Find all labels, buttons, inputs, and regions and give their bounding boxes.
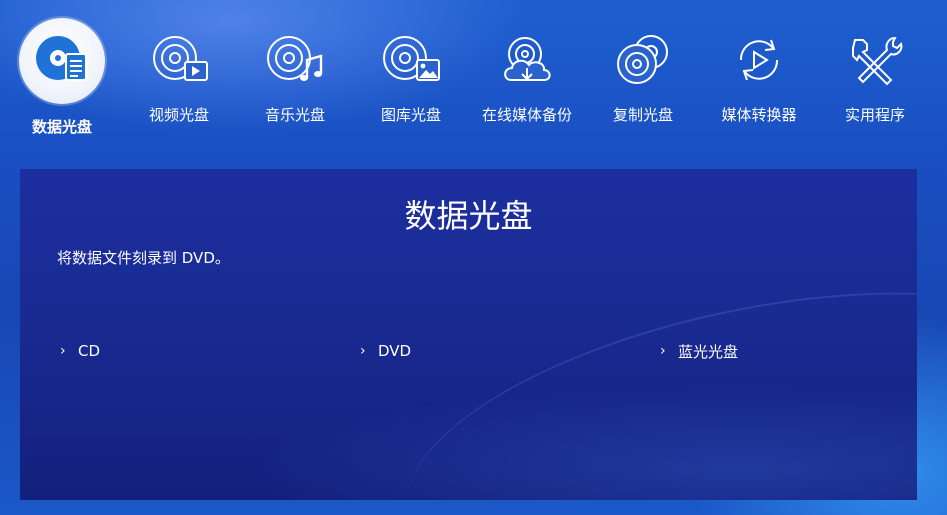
- nav-item-label: 音乐光盘: [264, 106, 325, 124]
- nav-item-data-disc[interactable]: 数据光盘: [4, 0, 120, 150]
- option-label: DVD: [378, 342, 412, 360]
- panel-description: 将数据文件刻录到 DVD。: [57, 249, 230, 267]
- video-disc-icon: [147, 30, 211, 90]
- option-label: CD: [78, 342, 101, 360]
- nav-item-label: 视频光盘: [148, 106, 209, 124]
- top-navigation: 数据光盘 视频光盘 音乐光盘 图库光盘 在线媒体备份 复制光盘 媒体转换器 实用…: [0, 0, 947, 160]
- nav-item-label: 复制光盘: [612, 106, 673, 124]
- option-cd[interactable]: › CD: [60, 339, 100, 363]
- chevron-right-icon: ›: [60, 343, 66, 359]
- nav-item-label: 数据光盘: [31, 118, 92, 136]
- nav-item-label: 实用程序: [844, 106, 905, 124]
- cloud-backup-icon: [495, 30, 559, 90]
- panel-title: 数据光盘: [404, 197, 533, 235]
- nav-item-photo-disc[interactable]: 图库光盘: [353, 0, 469, 150]
- nav-item-label: 图库光盘: [380, 106, 441, 124]
- photo-disc-icon: [379, 30, 443, 90]
- option-bluray[interactable]: › 蓝光光盘: [660, 339, 738, 363]
- nav-item-label: 在线媒体备份: [481, 106, 572, 124]
- nav-item-utilities[interactable]: 实用程序: [817, 0, 933, 150]
- nav-item-online-backup[interactable]: 在线媒体备份: [469, 0, 585, 150]
- music-disc-icon: [263, 30, 327, 90]
- copy-disc-icon: [611, 30, 675, 90]
- nav-item-label: 媒体转换器: [721, 106, 797, 124]
- media-converter-icon: [727, 30, 791, 90]
- tools-icon: [843, 30, 907, 90]
- option-label: 蓝光光盘: [678, 342, 739, 361]
- nav-item-video-disc[interactable]: 视频光盘: [121, 0, 237, 150]
- chevron-right-icon: ›: [660, 343, 666, 359]
- nav-item-music-disc[interactable]: 音乐光盘: [237, 0, 353, 150]
- nav-item-media-converter[interactable]: 媒体转换器: [701, 0, 817, 150]
- option-dvd[interactable]: › DVD: [360, 339, 411, 363]
- content-panel: 数据光盘 将数据文件刻录到 DVD。 › CD › DVD › 蓝光光盘: [20, 169, 917, 500]
- chevron-right-icon: ›: [360, 343, 366, 359]
- data-disc-icon: [30, 28, 94, 88]
- disc-type-options: › CD › DVD › 蓝光光盘: [20, 339, 917, 363]
- nav-item-copy-disc[interactable]: 复制光盘: [585, 0, 701, 150]
